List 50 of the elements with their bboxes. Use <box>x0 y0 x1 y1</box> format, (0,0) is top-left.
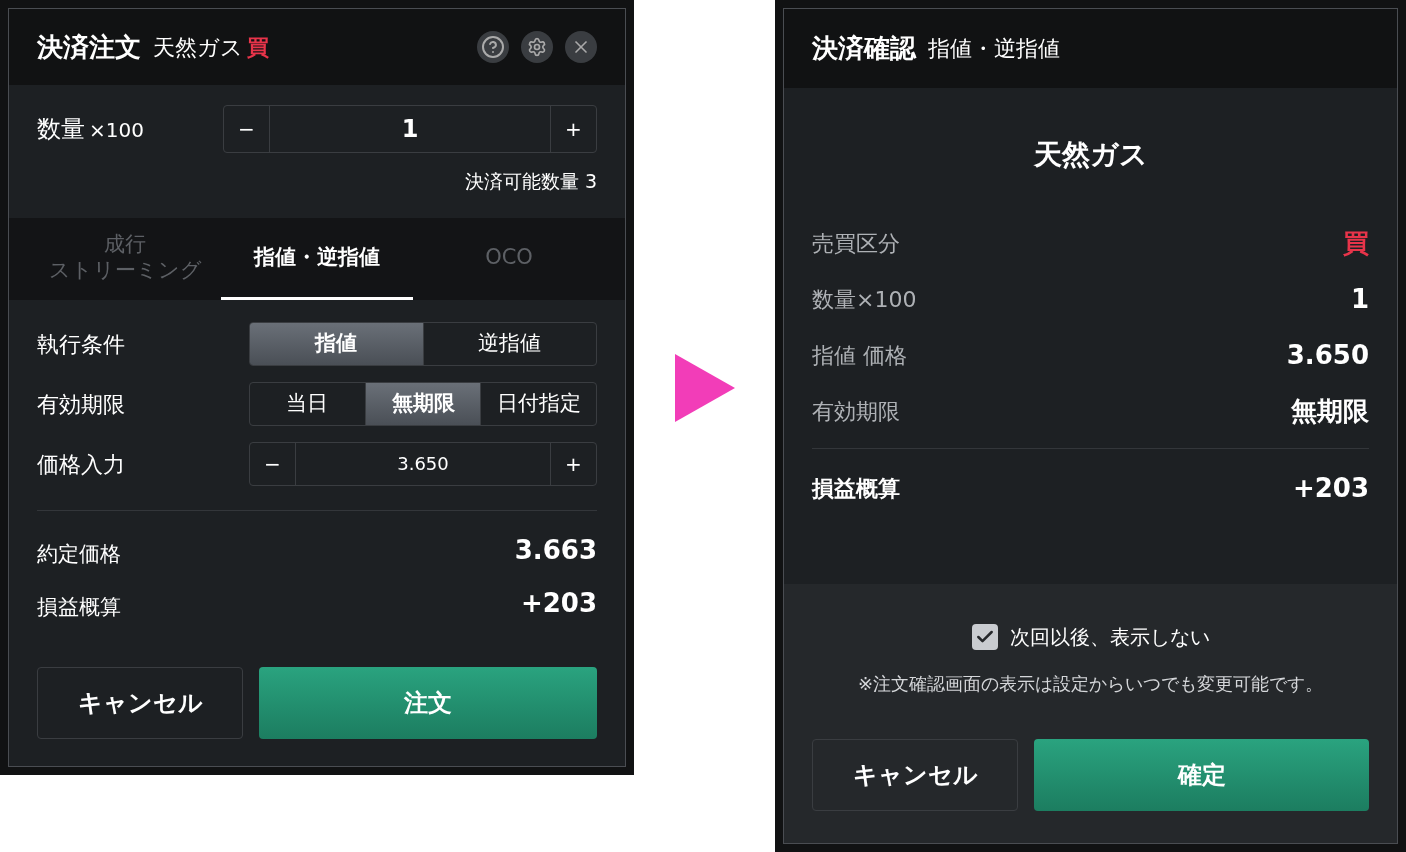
order-button[interactable]: 注文 <box>259 667 597 739</box>
arrow-icon <box>674 353 735 422</box>
dont-show-checkbox[interactable] <box>971 624 998 650</box>
summary-value: 3.663 <box>514 534 597 567</box>
cancel-button[interactable]: キャンセル <box>37 667 243 739</box>
order-type-tab[interactable]: 指値・逆指値 <box>221 218 413 300</box>
confirm-button[interactable]: 確定 <box>1034 739 1369 811</box>
detail-label: 売買区分 <box>812 229 900 258</box>
minus-button[interactable]: − <box>250 443 296 485</box>
detail-value: 買 <box>1343 226 1369 260</box>
stepper-field[interactable]: − 3.650 + <box>249 442 597 486</box>
total-label: 損益概算 <box>812 475 900 503</box>
segment-option[interactable]: 無期限 <box>364 383 481 425</box>
order-type-text: 指値・逆指値 <box>928 35 1060 63</box>
summary-value: +203 <box>520 587 597 620</box>
detail-label: 有効期限 <box>812 397 900 426</box>
product-name: 天然ガス <box>1032 137 1149 173</box>
summary-label: 約定価格 <box>37 540 121 568</box>
close-icon[interactable] <box>565 31 597 63</box>
detail-value: 3.650 <box>1286 338 1369 372</box>
summary-label: 損益概算 <box>37 593 121 621</box>
panel-title: 決済確認 <box>812 32 916 65</box>
condition-label: 有効期限 <box>37 390 126 419</box>
condition-label: 価格入力 <box>37 450 126 479</box>
detail-label: 数量×100 <box>812 285 917 314</box>
segment-option[interactable]: 逆指値 <box>422 323 596 365</box>
detail-value: 無期限 <box>1291 394 1369 428</box>
quantity-label: 数量 ×100 <box>37 114 145 145</box>
condition-label: 執行条件 <box>37 330 126 359</box>
settings-note: ※注文確認画面の表示は設定からいつでも変更可能です。 <box>857 672 1324 696</box>
minus-button[interactable]: − <box>224 106 270 152</box>
product-name: 天然ガス <box>153 33 243 62</box>
value-text: 3.650 <box>396 452 450 476</box>
detail-label: 指値 価格 <box>812 341 907 370</box>
detail-value: 1 <box>1350 282 1369 316</box>
settings-icon[interactable] <box>521 31 553 63</box>
segment-option[interactable]: 当日 <box>250 383 365 425</box>
plus-button[interactable]: + <box>550 106 596 152</box>
checkbox-label: 次回以後、表示しない <box>1009 624 1210 651</box>
help-icon[interactable] <box>477 31 509 63</box>
available-quantity: 決済可能数量 3 <box>464 169 597 194</box>
value-text: 1 <box>400 114 420 145</box>
plus-button[interactable]: + <box>550 443 596 485</box>
segment-option[interactable]: 指値 <box>250 323 423 365</box>
total-value: +203 <box>1292 472 1369 505</box>
side-label: 買 <box>247 33 269 62</box>
segment-option[interactable]: 日付指定 <box>480 383 596 425</box>
panel-title: 決済注文 <box>37 30 141 64</box>
cancel-button[interactable]: キャンセル <box>812 739 1018 811</box>
stepper-field[interactable]: − 1 + <box>223 105 597 153</box>
